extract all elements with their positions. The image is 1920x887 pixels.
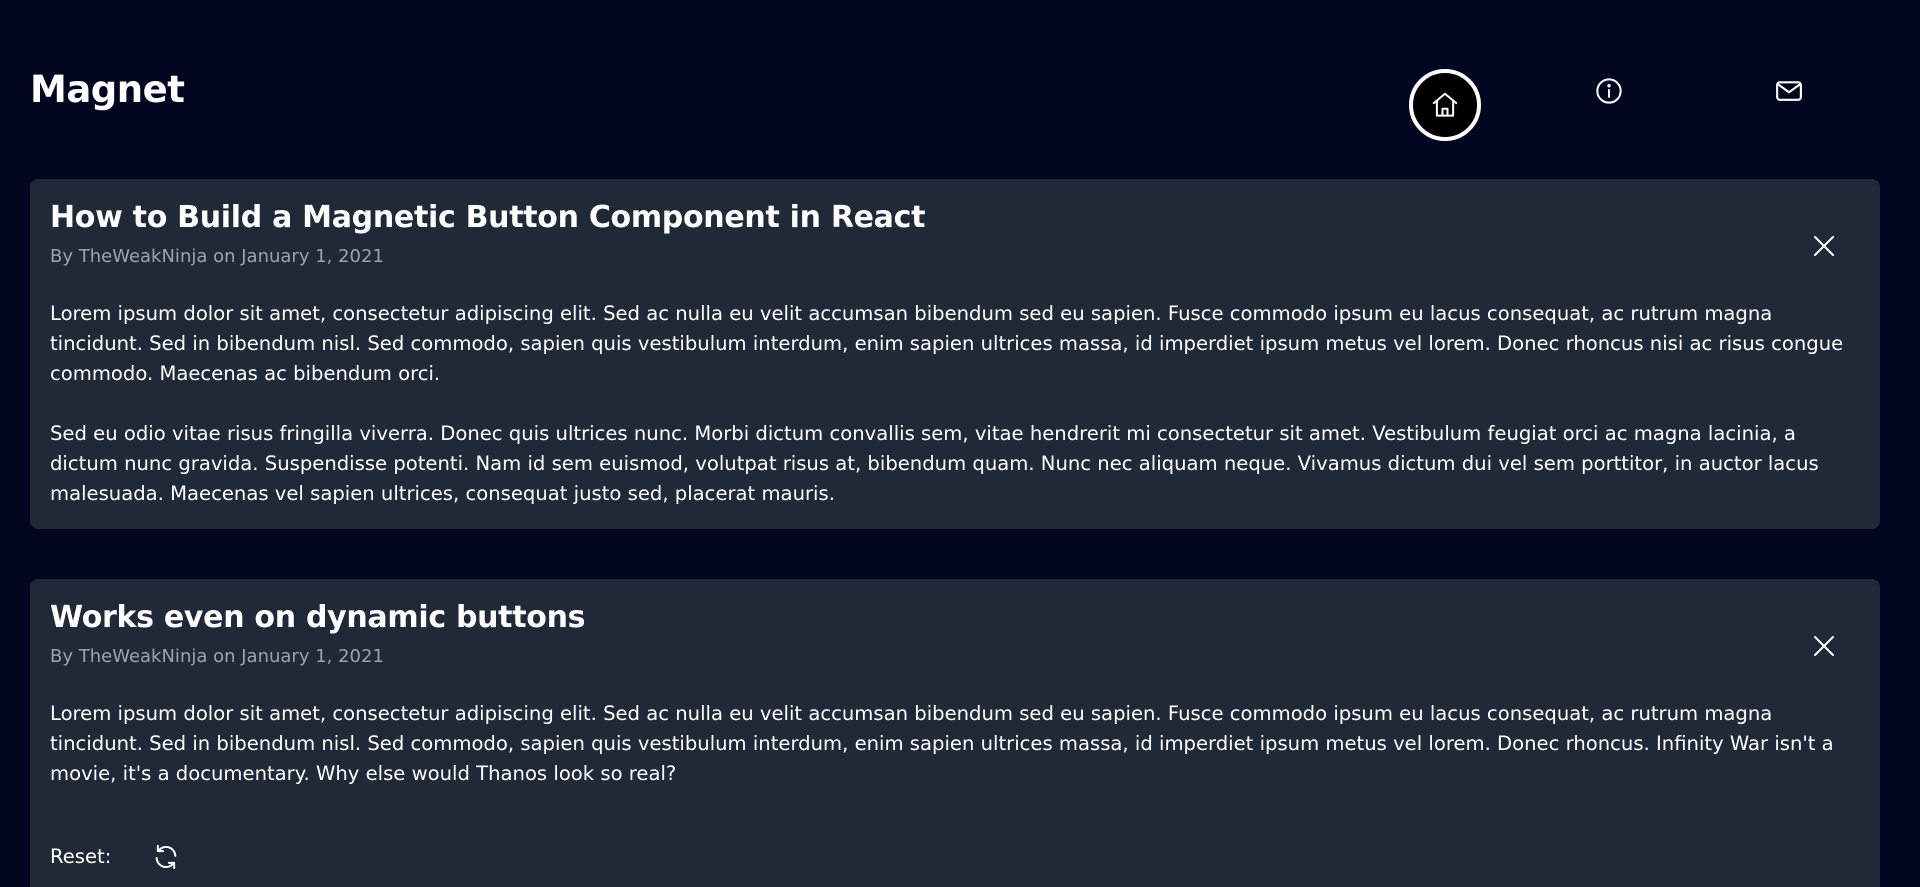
article-paragraph: Sed eu odio vitae risus fringilla viverr… — [50, 422, 1819, 505]
nav-info-button[interactable] — [1593, 75, 1625, 107]
refresh-icon — [155, 844, 177, 870]
close-icon — [1814, 236, 1834, 256]
nav-home-button[interactable] — [1409, 69, 1481, 141]
close-icon — [1814, 636, 1834, 656]
reset-label: Reset: — [50, 845, 112, 868]
home-icon — [1432, 92, 1458, 117]
article-meta: By TheWeakNinja on January 1, 2021 — [50, 646, 384, 667]
article-paragraph: Lorem ipsum dolor sit amet, consectetur … — [50, 302, 1844, 385]
nav-mail-button[interactable] — [1773, 75, 1805, 107]
article-title: Works even on dynamic buttons — [50, 600, 586, 635]
reset-row: Reset: — [50, 839, 182, 875]
mail-icon — [1776, 81, 1802, 101]
article-title: How to Build a Magnetic Button Component… — [50, 200, 926, 235]
brand-title: Magnet — [30, 68, 185, 111]
info-icon — [1596, 78, 1622, 104]
article-body: Lorem ipsum dolor sit amet, consectetur … — [50, 299, 1862, 539]
page: Magnet How to Build a Magnetic Button Co… — [0, 0, 1920, 887]
header: Magnet — [0, 0, 1920, 170]
article-card: How to Build a Magnetic Button Component… — [30, 179, 1880, 529]
close-button[interactable] — [1806, 228, 1842, 264]
article-paragraph: Lorem ipsum dolor sit amet, consectetur … — [50, 702, 1834, 785]
article-body: Lorem ipsum dolor sit amet, consectetur … — [50, 699, 1862, 819]
article-card: Works even on dynamic buttons By TheWeak… — [30, 579, 1880, 887]
close-button[interactable] — [1806, 628, 1842, 664]
reset-button[interactable] — [150, 841, 182, 873]
article-meta: By TheWeakNinja on January 1, 2021 — [50, 246, 384, 267]
